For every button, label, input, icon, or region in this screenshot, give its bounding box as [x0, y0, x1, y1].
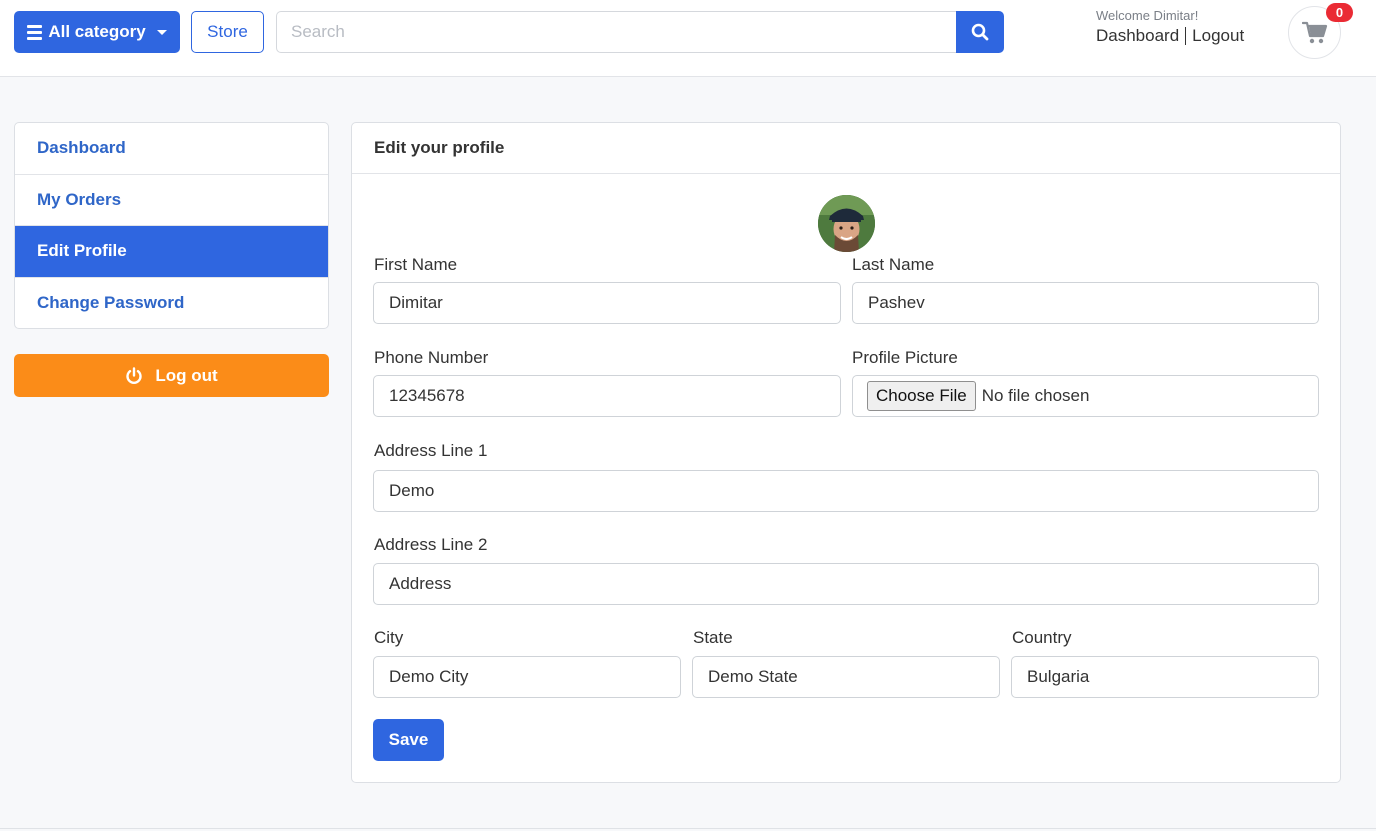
- choose-file-button[interactable]: Choose File: [867, 381, 976, 411]
- store-button[interactable]: Store: [191, 11, 264, 53]
- footer-divider: [0, 828, 1376, 829]
- search-button[interactable]: [956, 11, 1004, 53]
- logout-link[interactable]: Logout: [1192, 26, 1244, 46]
- sidebar-item-my-orders[interactable]: My Orders: [15, 175, 328, 226]
- cart-count-badge: 0: [1326, 3, 1353, 22]
- country-field[interactable]: [1011, 656, 1319, 698]
- address-line-2-field[interactable]: [373, 563, 1319, 605]
- search-input[interactable]: [276, 11, 957, 53]
- edit-profile-card: Edit your profile First Name Last Name P…: [351, 122, 1341, 783]
- address-line-1-label: Address Line 1: [374, 441, 488, 460]
- cart-icon: [1301, 21, 1327, 43]
- address-line-2-label: Address Line 2: [374, 535, 488, 554]
- state-label: State: [693, 628, 733, 647]
- logout-button-label: Log out: [155, 365, 218, 385]
- first-name-label: First Name: [374, 255, 458, 274]
- welcome-text: Welcome Dimitar!: [1096, 8, 1199, 23]
- country-label: Country: [1012, 628, 1072, 647]
- profile-avatar: [818, 195, 875, 252]
- first-name-field[interactable]: [373, 282, 841, 324]
- phone-number-field[interactable]: [373, 375, 841, 417]
- all-category-label: All category: [48, 22, 146, 41]
- sidebar-item-dashboard[interactable]: Dashboard: [15, 123, 328, 175]
- menu-icon: [27, 24, 43, 40]
- address-line-1-field[interactable]: [373, 470, 1319, 512]
- search-icon: [971, 23, 989, 41]
- last-name-label: Last Name: [852, 255, 935, 274]
- sidebar-item-edit-profile[interactable]: Edit Profile: [15, 226, 328, 278]
- user-links: Dashboard Logout: [1096, 26, 1244, 46]
- file-status-text: No file chosen: [981, 386, 1090, 405]
- dashboard-link[interactable]: Dashboard: [1096, 26, 1179, 46]
- city-label: City: [374, 628, 404, 647]
- sidebar-item-change-password[interactable]: Change Password: [15, 278, 328, 329]
- profile-picture-input[interactable]: Choose File No file chosen: [852, 375, 1319, 417]
- all-category-button[interactable]: All category: [14, 11, 180, 53]
- city-field[interactable]: [373, 656, 681, 698]
- profile-picture-label: Profile Picture: [852, 348, 958, 367]
- save-button[interactable]: Save: [373, 719, 444, 761]
- power-icon: [126, 366, 143, 384]
- card-title: Edit your profile: [352, 123, 1340, 174]
- caret-down-icon: [156, 29, 167, 35]
- phone-number-label: Phone Number: [374, 348, 489, 367]
- account-sidebar: Dashboard My Orders Edit Profile Change …: [14, 122, 329, 329]
- top-header: All category Store Welcome Dimitar! Dash…: [0, 0, 1376, 77]
- logout-button[interactable]: Log out: [14, 354, 329, 397]
- state-field[interactable]: [692, 656, 1000, 698]
- link-divider: [1185, 27, 1187, 45]
- last-name-field[interactable]: [852, 282, 1319, 324]
